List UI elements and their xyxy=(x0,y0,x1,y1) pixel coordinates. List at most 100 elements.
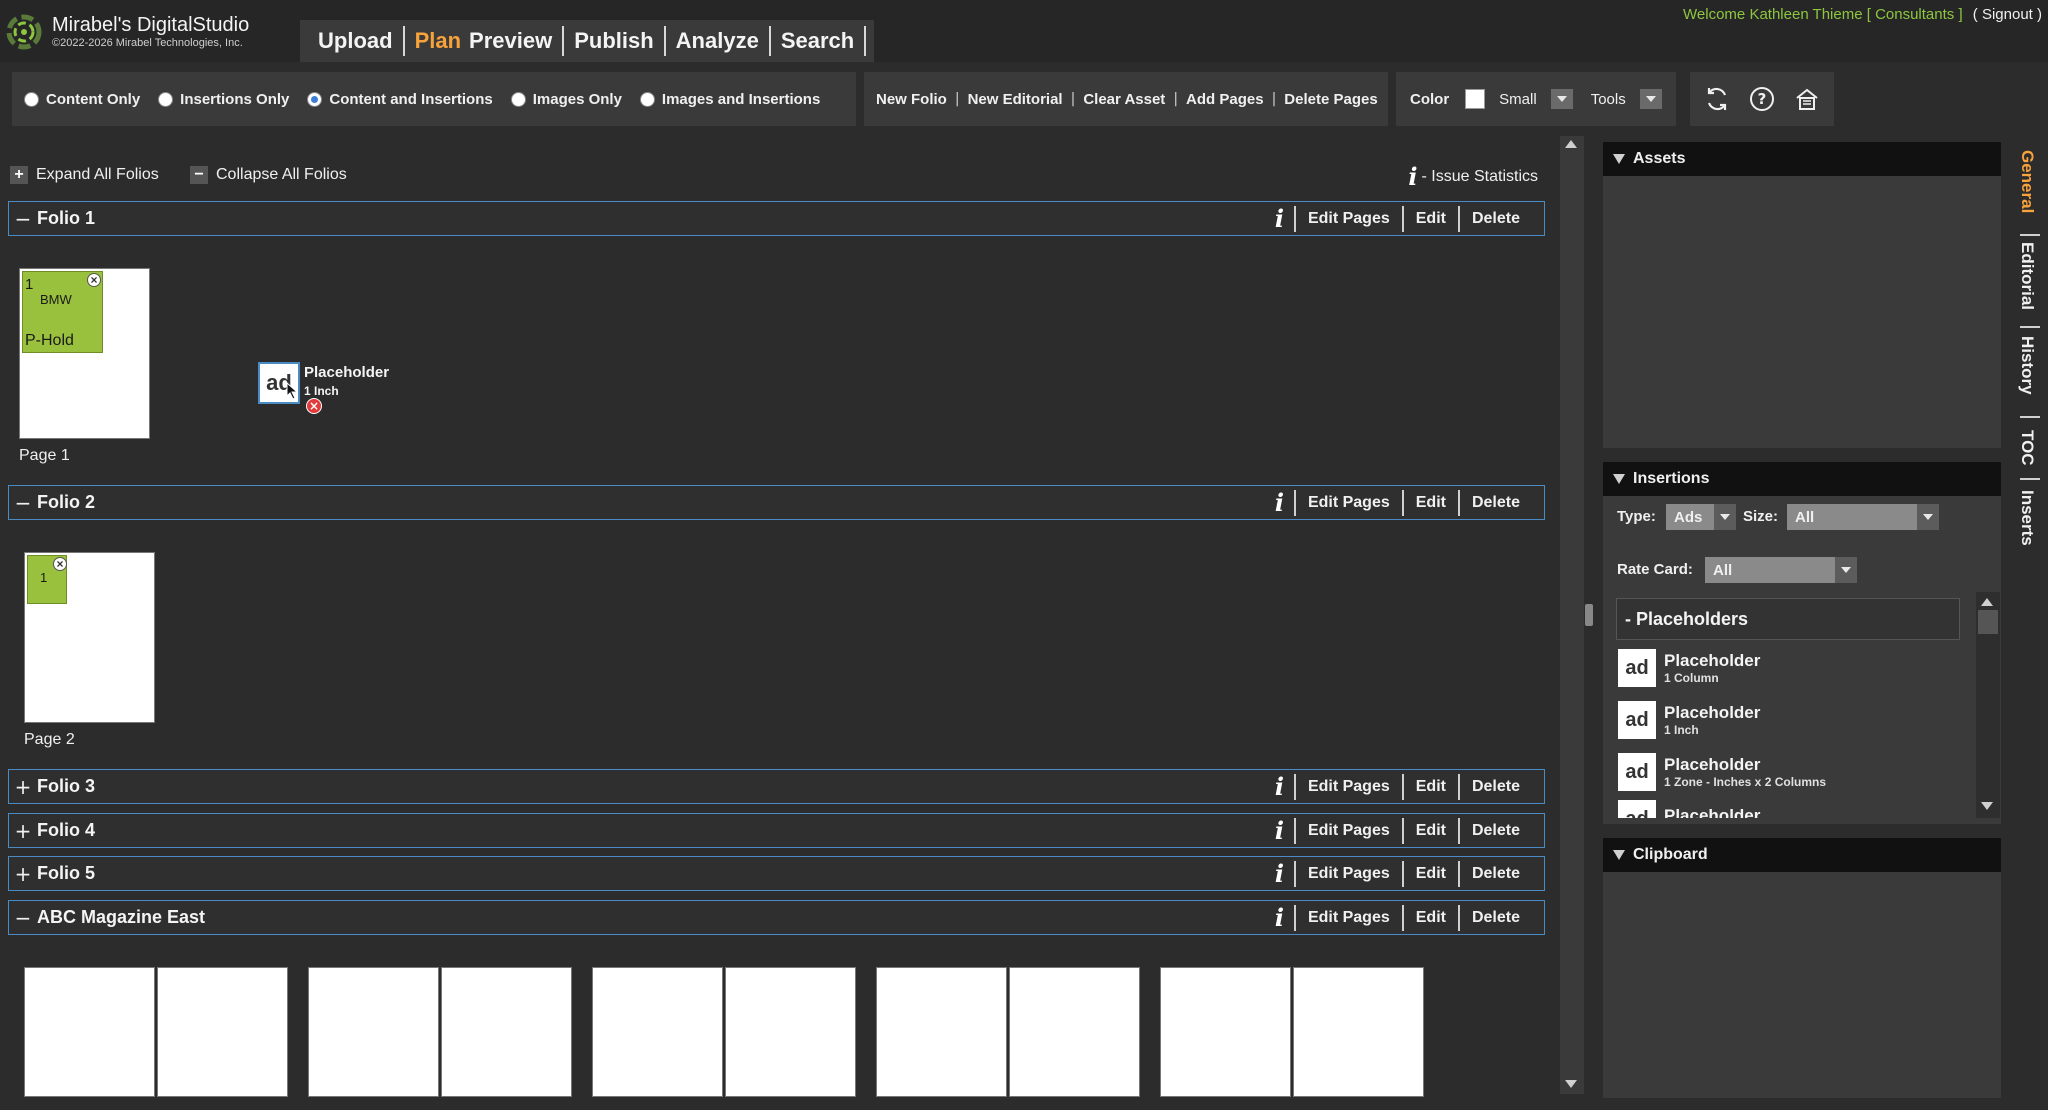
radio-content-only[interactable]: Content Only xyxy=(24,91,140,108)
edit-button[interactable]: Edit xyxy=(1404,778,1458,796)
delete-button[interactable]: Delete xyxy=(1460,494,1532,512)
info-icon[interactable]: i xyxy=(1265,903,1294,932)
new-folio-link[interactable]: New Folio xyxy=(876,91,947,108)
delete-button[interactable]: Delete xyxy=(1460,210,1532,228)
radio-content-and-insertions[interactable]: Content and Insertions xyxy=(307,91,493,108)
ad-block[interactable]: 1 × xyxy=(27,555,67,604)
page-thumbnail[interactable] xyxy=(592,967,723,1097)
radio-images-only[interactable]: Images Only xyxy=(510,91,622,108)
main-scrollbar[interactable] xyxy=(1560,136,1584,1094)
scroll-up-icon[interactable] xyxy=(1981,598,1993,606)
folio-bar-2[interactable]: − Folio 2 i Edit Pages Edit Delete xyxy=(8,485,1545,520)
page-thumbnail[interactable] xyxy=(1160,967,1291,1097)
nav-search[interactable]: Search xyxy=(771,28,864,54)
collapse-toggle-icon[interactable]: − xyxy=(9,906,37,930)
expand-toggle-icon[interactable]: + xyxy=(9,819,37,843)
color-checkbox[interactable] xyxy=(1465,89,1486,109)
placeholder-item[interactable]: ad Placeholder 1 Zone - Inches x 2 Colum… xyxy=(1618,748,1958,796)
folio-bar-5[interactable]: + Folio 5 i Edit Pages Edit Delete xyxy=(8,856,1545,891)
page-thumbnail[interactable] xyxy=(24,967,155,1097)
edit-button[interactable]: Edit xyxy=(1404,865,1458,883)
close-icon[interactable]: × xyxy=(87,273,101,287)
collapse-toggle-icon[interactable]: − xyxy=(9,207,37,231)
rate-card-select[interactable]: All xyxy=(1705,557,1857,583)
radio-images-and-insertions[interactable]: Images and Insertions xyxy=(639,91,820,108)
page-thumbnail[interactable] xyxy=(1009,967,1140,1097)
delete-button[interactable]: Delete xyxy=(1460,778,1532,796)
info-icon[interactable]: i xyxy=(1265,772,1294,801)
edit-pages-button[interactable]: Edit Pages xyxy=(1296,494,1402,512)
delete-button[interactable]: Delete xyxy=(1460,909,1532,927)
tools-label[interactable]: Tools xyxy=(1591,91,1626,108)
info-icon[interactable]: i xyxy=(1265,488,1294,517)
page-thumbnail[interactable] xyxy=(876,967,1007,1097)
scroll-down-icon[interactable] xyxy=(1565,1080,1577,1088)
expand-all-folios-button[interactable]: + Expand All Folios xyxy=(10,166,159,184)
new-editorial-link[interactable]: New Editorial xyxy=(968,91,1063,108)
edit-pages-button[interactable]: Edit Pages xyxy=(1296,822,1402,840)
scroll-down-icon[interactable] xyxy=(1981,802,1993,810)
app-logo[interactable]: Mirabel's DigitalStudio ©2022-2026 Mirab… xyxy=(4,8,294,56)
tab-general[interactable]: General xyxy=(2012,150,2042,213)
page-thumbnail[interactable] xyxy=(725,967,856,1097)
collapse-all-folios-button[interactable]: − Collapse All Folios xyxy=(190,166,347,184)
size-dropdown-button[interactable] xyxy=(1550,89,1573,109)
tools-dropdown-button[interactable] xyxy=(1639,89,1662,109)
edit-pages-button[interactable]: Edit Pages xyxy=(1296,778,1402,796)
page-thumbnail[interactable] xyxy=(157,967,288,1097)
edit-button[interactable]: Edit xyxy=(1404,822,1458,840)
nav-plan[interactable]: Plan xyxy=(405,28,465,54)
expand-toggle-icon[interactable]: + xyxy=(9,862,37,886)
info-icon[interactable]: i xyxy=(1265,204,1294,233)
scroll-up-icon[interactable] xyxy=(1565,140,1577,148)
info-icon[interactable]: i xyxy=(1265,816,1294,845)
nav-analyze[interactable]: Analyze xyxy=(666,28,769,54)
placeholder-item[interactable]: ad Placeholder 1 Column xyxy=(1618,644,1958,692)
type-select[interactable]: Ads xyxy=(1666,504,1736,530)
delete-pages-link[interactable]: Delete Pages xyxy=(1284,91,1377,108)
collapse-toggle-icon[interactable]: − xyxy=(9,491,37,515)
panel-splitter-handle[interactable] xyxy=(1585,604,1593,626)
page-thumbnail[interactable] xyxy=(441,967,572,1097)
page-thumbnail[interactable] xyxy=(308,967,439,1097)
issue-statistics-link[interactable]: i - Issue Statistics xyxy=(1408,162,1538,191)
signout-link[interactable]: ( Signout ) xyxy=(1973,6,2042,23)
help-icon[interactable]: ? xyxy=(1745,82,1779,116)
folio-bar-abc-magazine-east[interactable]: − ABC Magazine East i Edit Pages Edit De… xyxy=(8,900,1545,935)
size-select-value[interactable]: Small xyxy=(1499,91,1537,108)
edit-pages-button[interactable]: Edit Pages xyxy=(1296,909,1402,927)
nav-publish[interactable]: Publish xyxy=(564,28,663,54)
clear-asset-link[interactable]: Clear Asset xyxy=(1083,91,1165,108)
clipboard-panel-header[interactable]: Clipboard xyxy=(1603,838,2001,872)
edit-pages-button[interactable]: Edit Pages xyxy=(1296,865,1402,883)
radio-insertions-only[interactable]: Insertions Only xyxy=(158,91,289,108)
ad-block-bmw[interactable]: 1 BMW P-Hold × xyxy=(22,271,103,353)
delete-button[interactable]: Delete xyxy=(1460,822,1532,840)
edit-button[interactable]: Edit xyxy=(1404,909,1458,927)
folio-bar-3[interactable]: + Folio 3 i Edit Pages Edit Delete xyxy=(8,769,1545,804)
edit-button[interactable]: Edit xyxy=(1404,494,1458,512)
placeholder-item-clipped[interactable]: ad Placeholder xyxy=(1618,800,1958,818)
placeholder-item[interactable]: ad Placeholder 1 Inch xyxy=(1618,696,1958,744)
delete-button[interactable]: Delete xyxy=(1460,865,1532,883)
home-icon[interactable] xyxy=(1790,82,1824,116)
tab-history[interactable]: History xyxy=(2012,336,2042,395)
refresh-icon[interactable] xyxy=(1700,82,1734,116)
add-pages-link[interactable]: Add Pages xyxy=(1186,91,1264,108)
nav-upload[interactable]: Upload xyxy=(308,28,403,54)
placeholders-group-header[interactable]: - Placeholders xyxy=(1616,598,1960,640)
tab-toc[interactable]: TOC xyxy=(2012,430,2042,466)
close-icon[interactable]: × xyxy=(53,557,67,571)
insertions-scroll-thumb[interactable] xyxy=(1978,610,1998,634)
assets-panel-header[interactable]: Assets xyxy=(1603,142,2001,176)
info-icon[interactable]: i xyxy=(1265,859,1294,888)
folio-bar-4[interactable]: + Folio 4 i Edit Pages Edit Delete xyxy=(8,813,1545,848)
tab-inserts[interactable]: Inserts xyxy=(2012,490,2042,546)
size-select[interactable]: All xyxy=(1787,504,1939,530)
page-thumbnail[interactable] xyxy=(1293,967,1424,1097)
expand-toggle-icon[interactable]: + xyxy=(9,775,37,799)
folio-bar-1[interactable]: − Folio 1 i Edit Pages Edit Delete xyxy=(8,201,1545,236)
edit-pages-button[interactable]: Edit Pages xyxy=(1296,210,1402,228)
edit-button[interactable]: Edit xyxy=(1404,210,1458,228)
tab-editorial[interactable]: Editorial xyxy=(2012,242,2042,310)
